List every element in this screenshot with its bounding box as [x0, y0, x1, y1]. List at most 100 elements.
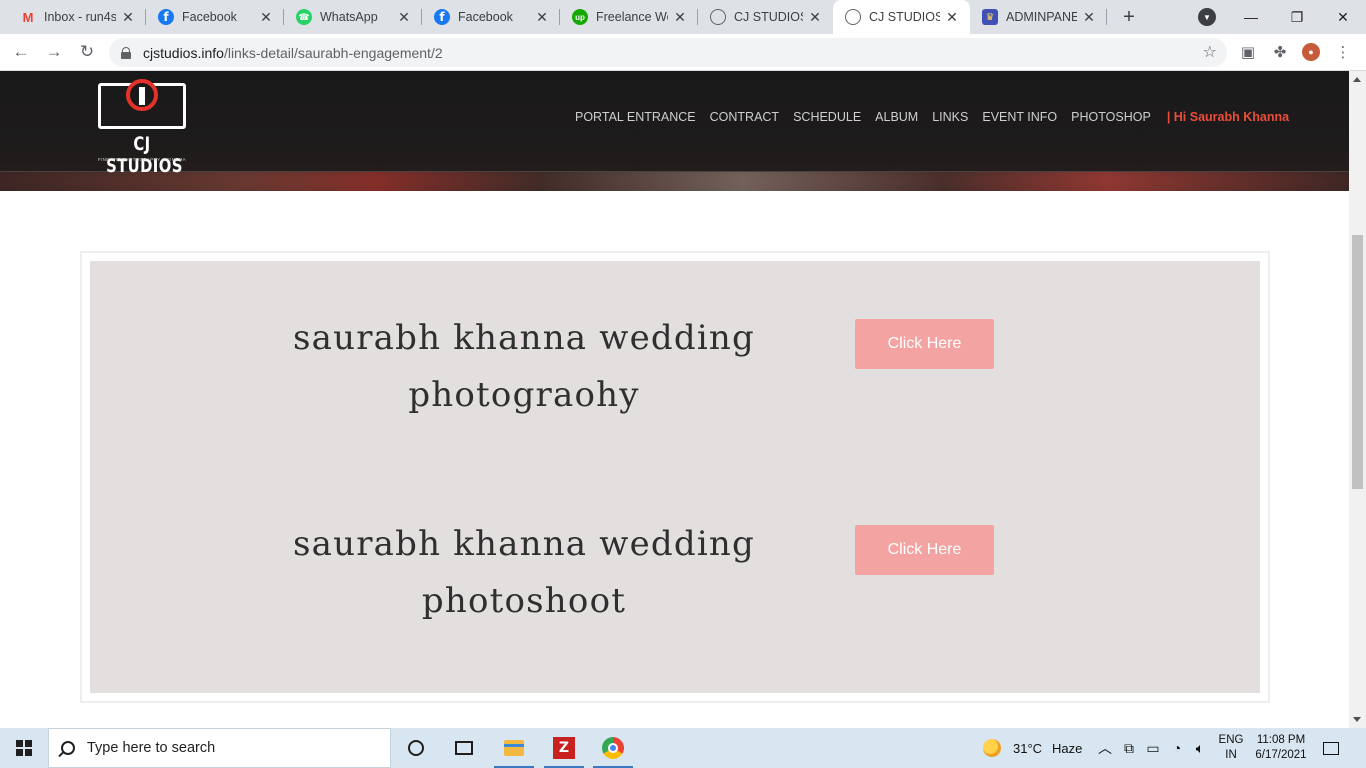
globe-icon — [710, 9, 726, 25]
tab-cj-studios-active[interactable]: CJ STUDIOS | ✕ — [833, 0, 970, 34]
weather-desc: Haze — [1052, 740, 1083, 756]
avatar[interactable]: ● — [1302, 43, 1320, 61]
tray-chevron-icon[interactable]: ︿ — [1096, 728, 1114, 768]
profile-card-icon[interactable]: ▣ — [1239, 43, 1257, 61]
back-icon[interactable]: ← — [9, 40, 33, 64]
taskbar-clock[interactable]: 11:08 PM 6/17/2021 — [1252, 733, 1310, 763]
weather-widget[interactable]: 31°C Haze — [983, 728, 1082, 768]
clock-date: 6/17/2021 — [1255, 749, 1307, 761]
restore-icon[interactable]: ❐ — [1274, 0, 1320, 34]
close-icon[interactable]: ✕ — [1081, 9, 1097, 25]
lang-region: IN — [1225, 749, 1237, 761]
wifi-icon[interactable]: ◔ — [1168, 728, 1186, 768]
cortana-button[interactable] — [392, 728, 440, 768]
logo-subtext: FINE ART PHOTOGRAPHY & CINEMA — [98, 157, 186, 162]
volume-icon[interactable]: 🔈︎ — [1191, 728, 1209, 768]
chrome-button[interactable] — [589, 728, 637, 768]
reload-icon[interactable]: ↻ — [75, 40, 99, 64]
close-icon[interactable]: ✕ — [120, 9, 136, 25]
header-banner-image — [0, 172, 1349, 191]
taskbar-search[interactable]: Type here to search — [48, 728, 391, 768]
link-title-line: saurabh khanna wedding — [293, 524, 755, 564]
tab-title: Facebook — [458, 10, 513, 24]
start-button[interactable] — [0, 728, 48, 768]
lock-icon[interactable] — [121, 46, 131, 59]
close-icon[interactable]: ✕ — [534, 9, 550, 25]
nav-contract[interactable]: CONTRACT — [710, 110, 779, 124]
links-frame: saurabh khanna wedding photograohy Click… — [80, 251, 1270, 703]
weather-sun-icon — [983, 739, 1001, 757]
filezilla-button[interactable]: Z — [540, 728, 588, 768]
task-view-button[interactable] — [440, 728, 488, 768]
nav-photoshop[interactable]: PHOTOSHOP — [1071, 110, 1151, 124]
facebook-icon: f — [434, 9, 450, 25]
weather-temp: 31°C — [1013, 740, 1043, 756]
url-text[interactable]: cjstudios.info/links-detail/saurabh-enga… — [143, 45, 443, 61]
upwork-icon: up — [572, 9, 588, 25]
tab-strip: M Inbox - run4s ✕ f Facebook ✕ ☎ WhatsAp… — [0, 0, 1366, 34]
notification-icon — [1323, 741, 1339, 755]
file-explorer-button[interactable] — [490, 728, 538, 768]
tab-whatsapp[interactable]: ☎ WhatsApp ✕ — [284, 0, 422, 34]
forward-icon[interactable]: → — [42, 40, 66, 64]
link-title: saurabh khanna wedding photograohy — [270, 310, 778, 424]
tab-title: CJ STUDIOS | — [734, 10, 803, 24]
link-title-line: photograohy — [408, 375, 640, 415]
close-icon[interactable]: ✕ — [672, 9, 688, 25]
url-host: cjstudios.info — [143, 44, 224, 61]
click-here-button[interactable]: Click Here — [855, 319, 994, 369]
scrollbar-thumb[interactable] — [1352, 235, 1363, 489]
close-icon[interactable]: ✕ — [807, 9, 823, 25]
nav-album[interactable]: ALBUM — [875, 110, 918, 124]
whatsapp-icon: ☎ — [296, 9, 312, 25]
bookmark-star-icon[interactable]: ☆ — [1203, 42, 1217, 62]
minimize-icon[interactable]: — — [1228, 0, 1274, 34]
notifications-button[interactable] — [1320, 738, 1342, 758]
nav-links[interactable]: LINKS — [932, 110, 968, 124]
click-here-button[interactable]: Click Here — [855, 525, 994, 575]
address-bar[interactable]: cjstudios.info/links-detail/saurabh-enga… — [109, 38, 1227, 67]
cortana-icon — [408, 740, 424, 756]
close-icon[interactable]: ✕ — [944, 9, 960, 25]
extensions-icon[interactable]: ✤ — [1271, 43, 1289, 61]
search-icon — [61, 741, 75, 755]
globe-icon — [845, 9, 861, 25]
new-tab-button[interactable]: + — [1117, 5, 1141, 29]
scroll-down-icon[interactable] — [1353, 717, 1361, 722]
tab-search-icon[interactable]: ▼ — [1198, 8, 1216, 26]
user-greeting[interactable]: | Hi Saurabh Khanna — [1167, 110, 1289, 124]
scroll-up-icon[interactable] — [1353, 77, 1361, 82]
tab-cj-studios-1[interactable]: CJ STUDIOS | ✕ — [698, 0, 833, 34]
language-indicator[interactable]: ENG IN — [1216, 733, 1246, 763]
admin-icon: ♛ — [982, 9, 998, 25]
link-title-line: saurabh khanna wedding — [293, 318, 755, 358]
clock-time: 11:08 PM — [1256, 734, 1306, 746]
window-close-icon[interactable]: ✕ — [1320, 0, 1366, 34]
nav-schedule[interactable]: SCHEDULE — [793, 110, 861, 124]
tab-title: Facebook — [182, 10, 237, 24]
page-viewport: CJ STUDIOS FINE ART PHOTOGRAPHY & CINEMA… — [0, 71, 1366, 728]
page-scrollbar[interactable] — [1349, 71, 1366, 728]
nav-portal-entrance[interactable]: PORTAL ENTRANCE — [575, 110, 696, 124]
site-header: CJ STUDIOS FINE ART PHOTOGRAPHY & CINEMA… — [0, 71, 1349, 191]
tab-facebook-2[interactable]: f Facebook ✕ — [422, 0, 560, 34]
tab-gmail[interactable]: M Inbox - run4s ✕ — [8, 0, 146, 34]
meet-now-icon[interactable]: ⧉ — [1120, 728, 1138, 768]
tab-facebook-1[interactable]: f Facebook ✕ — [146, 0, 284, 34]
close-icon[interactable]: ✕ — [396, 9, 412, 25]
link-row: saurabh khanna wedding photograohy Click… — [90, 310, 1260, 430]
site-logo[interactable]: CJ STUDIOS FINE ART PHOTOGRAPHY & CINEMA — [96, 79, 188, 177]
filezilla-icon: Z — [553, 737, 575, 759]
more-menu-icon[interactable]: ⋮ — [1334, 43, 1352, 61]
folder-icon — [504, 740, 524, 756]
tab-title: CJ STUDIOS | — [869, 10, 940, 24]
gmail-icon: M — [22, 9, 34, 25]
battery-icon[interactable]: ▭ — [1144, 728, 1162, 768]
tab-freelance[interactable]: up Freelance We ✕ — [560, 0, 698, 34]
tab-adminpanel[interactable]: ♛ ADMINPANEL ✕ — [970, 0, 1107, 34]
nav-event-info[interactable]: EVENT INFO — [982, 110, 1057, 124]
windows-taskbar: Type here to search Z 31°C Haze ︿ ⧉ ▭ ◔ … — [0, 728, 1366, 768]
close-icon[interactable]: ✕ — [258, 9, 274, 25]
browser-toolbar: ← → ↻ cjstudios.info/links-detail/saurab… — [0, 34, 1366, 71]
logo-lens-center — [139, 87, 145, 105]
